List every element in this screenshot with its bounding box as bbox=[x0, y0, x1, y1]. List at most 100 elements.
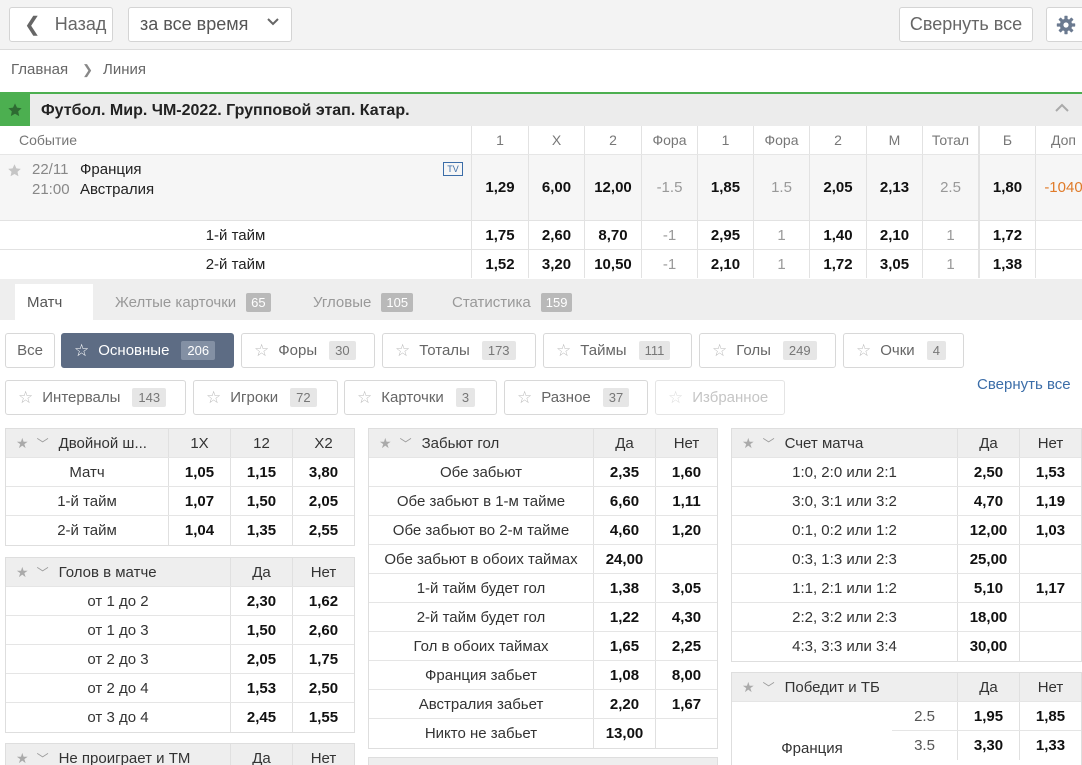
odd-cell[interactable]: 1,19 bbox=[1019, 487, 1081, 515]
odd-cell[interactable] bbox=[655, 545, 717, 573]
market-header[interactable]: ★ ﹀ Победит и ТБ Да Нет bbox=[732, 673, 1081, 702]
odd-cell[interactable]: 30,00 bbox=[957, 632, 1019, 661]
star-icon[interactable]: ★ bbox=[742, 435, 755, 452]
odd-cell[interactable]: 24,00 bbox=[593, 545, 655, 573]
extra-markets-count[interactable]: -1040 bbox=[1035, 155, 1082, 220]
team2-name[interactable]: Австралия bbox=[80, 181, 154, 198]
star-icon[interactable]: ★ bbox=[16, 435, 29, 452]
odd-cell[interactable] bbox=[1019, 603, 1081, 631]
odd-cell[interactable]: 1,65 bbox=[593, 632, 655, 660]
filter-main[interactable]: ☆ Основные 206 bbox=[61, 333, 234, 368]
odd-cell[interactable]: 2,05 bbox=[809, 155, 866, 220]
market-header[interactable]: ★ ﹀ Не проиграет и ТМ Да Нет bbox=[6, 744, 354, 765]
filter-players[interactable]: ☆ Игроки 72 bbox=[193, 380, 338, 415]
league-header[interactable]: Футбол. Мир. ЧМ-2022. Групповой этап. Ка… bbox=[0, 92, 1082, 126]
odd-cell[interactable]: 2,05 bbox=[292, 487, 354, 515]
filter-halves[interactable]: ☆ Таймы 111 bbox=[543, 333, 692, 368]
odd-cell[interactable]: 3,20 bbox=[528, 250, 584, 278]
odd-cell[interactable]: 1,15 bbox=[230, 458, 292, 486]
market-header[interactable]: ★ ﹀ Счет матча Да Нет bbox=[732, 429, 1081, 458]
chevron-down-icon[interactable]: ﹀ bbox=[37, 750, 49, 765]
odd-cell[interactable]: 1,60 bbox=[655, 458, 717, 486]
odd-cell[interactable]: 2,13 bbox=[866, 155, 922, 220]
odd-cell[interactable]: 2,55 bbox=[292, 516, 354, 545]
odd-cell[interactable]: 1,80 bbox=[978, 155, 1035, 220]
filter-points[interactable]: ☆ Очки 4 bbox=[843, 333, 964, 368]
odd-cell[interactable]: 8,00 bbox=[655, 661, 717, 689]
tv-icon[interactable]: TV bbox=[443, 162, 463, 176]
odd-cell[interactable]: 4,70 bbox=[957, 487, 1019, 515]
odd-cell[interactable] bbox=[1019, 545, 1081, 573]
collapse-all-button[interactable]: Свернуть все bbox=[899, 7, 1033, 42]
odd-cell[interactable]: 12,00 bbox=[584, 155, 641, 220]
odd-cell[interactable]: 1,03 bbox=[1019, 516, 1081, 544]
market-header[interactable]: ★ ﹀ Забьют гол Да Нет bbox=[369, 429, 717, 458]
odd-cell[interactable]: 3,05 bbox=[866, 250, 922, 278]
odd-cell[interactable]: 2,60 bbox=[292, 616, 354, 644]
filter-totals[interactable]: ☆ Тоталы 173 bbox=[382, 333, 536, 368]
odd-cell[interactable]: 1,67 bbox=[655, 690, 717, 718]
odd-cell[interactable]: 13,00 bbox=[593, 719, 655, 748]
odd-cell[interactable]: 3,80 bbox=[292, 458, 354, 486]
odd-cell[interactable]: 1,85 bbox=[1019, 702, 1081, 730]
chevron-down-icon[interactable]: ﹀ bbox=[763, 679, 775, 696]
team1-name[interactable]: Франция bbox=[80, 161, 141, 178]
odd-cell[interactable] bbox=[655, 719, 717, 748]
favorite-league-button[interactable] bbox=[0, 94, 30, 126]
odd-cell[interactable]: 4,30 bbox=[655, 603, 717, 631]
odd-cell[interactable]: 1,95 bbox=[957, 702, 1019, 730]
odd-cell[interactable]: 1,33 bbox=[1019, 731, 1081, 760]
odd-cell[interactable]: 2,95 bbox=[697, 221, 753, 249]
tab-yellow-cards[interactable]: Желтые карточки 65 bbox=[115, 284, 271, 320]
odd-cell[interactable]: 6,60 bbox=[593, 487, 655, 515]
odd-cell[interactable]: 1,72 bbox=[978, 221, 1035, 249]
odd-cell[interactable]: 1,04 bbox=[168, 516, 230, 545]
event-row[interactable]: 22/11 21:00 Франция Австралия TV 1,29 6,… bbox=[0, 154, 1082, 220]
odd-cell[interactable]: 1,85 bbox=[697, 155, 753, 220]
odd-cell[interactable]: 25,00 bbox=[957, 545, 1019, 573]
odd-cell[interactable]: 1,53 bbox=[1019, 458, 1081, 486]
odd-cell[interactable]: 12,00 bbox=[957, 516, 1019, 544]
star-icon[interactable] bbox=[7, 163, 22, 178]
odd-cell[interactable]: 5,10 bbox=[957, 574, 1019, 602]
odd-cell[interactable] bbox=[1019, 632, 1081, 661]
odd-cell[interactable]: 2,60 bbox=[528, 221, 584, 249]
odd-cell[interactable]: 2,50 bbox=[957, 458, 1019, 486]
filter-misc[interactable]: ☆ Разное 37 bbox=[504, 380, 648, 415]
breadcrumb-current[interactable]: Линия bbox=[103, 61, 146, 78]
odd-cell[interactable]: 3,05 bbox=[655, 574, 717, 602]
odd-cell[interactable]: 1,11 bbox=[655, 487, 717, 515]
chevron-up-icon[interactable] bbox=[1054, 100, 1070, 116]
odd-cell[interactable]: 8,70 bbox=[584, 221, 641, 249]
odd-cell[interactable]: 2,20 bbox=[593, 690, 655, 718]
odd-cell[interactable]: 1,07 bbox=[168, 487, 230, 515]
odd-cell[interactable]: 2,25 bbox=[655, 632, 717, 660]
odd-cell[interactable]: 1,08 bbox=[593, 661, 655, 689]
odd-cell[interactable]: 2,30 bbox=[230, 587, 292, 615]
odd-cell[interactable]: 1,50 bbox=[230, 487, 292, 515]
odd-cell[interactable]: 1,05 bbox=[168, 458, 230, 486]
tab-corners[interactable]: Угловые 105 bbox=[313, 284, 414, 320]
odd-cell[interactable]: 2,05 bbox=[230, 645, 292, 673]
odd-cell[interactable]: 1,17 bbox=[1019, 574, 1081, 602]
odd-cell[interactable]: 3,30 bbox=[957, 731, 1019, 760]
odd-cell[interactable]: 6,00 bbox=[528, 155, 584, 220]
odd-cell[interactable]: 1,53 bbox=[230, 674, 292, 702]
odd-cell[interactable]: 1,75 bbox=[292, 645, 354, 673]
odd-cell[interactable]: 1,62 bbox=[292, 587, 354, 615]
chevron-down-icon[interactable]: ﹀ bbox=[37, 435, 49, 452]
chevron-down-icon[interactable]: ﹀ bbox=[37, 564, 49, 581]
market-header[interactable]: ★ ﹀ Голов в матче Да Нет bbox=[6, 558, 354, 587]
odd-cell[interactable]: 1,40 bbox=[809, 221, 866, 249]
odd-cell[interactable]: 1,22 bbox=[593, 603, 655, 631]
odd-cell[interactable]: 1,38 bbox=[593, 574, 655, 602]
filter-all[interactable]: Все bbox=[5, 333, 55, 368]
odd-cell[interactable]: 2,45 bbox=[230, 703, 292, 732]
filter-goals[interactable]: ☆ Голы 249 bbox=[699, 333, 836, 368]
back-button[interactable]: ❮ Назад bbox=[9, 7, 113, 42]
star-icon[interactable]: ★ bbox=[742, 679, 755, 696]
odd-cell[interactable]: 1,29 bbox=[471, 155, 528, 220]
star-icon[interactable]: ★ bbox=[16, 564, 29, 581]
odd-cell[interactable]: 4,60 bbox=[593, 516, 655, 544]
odd-cell[interactable]: 1,55 bbox=[292, 703, 354, 732]
